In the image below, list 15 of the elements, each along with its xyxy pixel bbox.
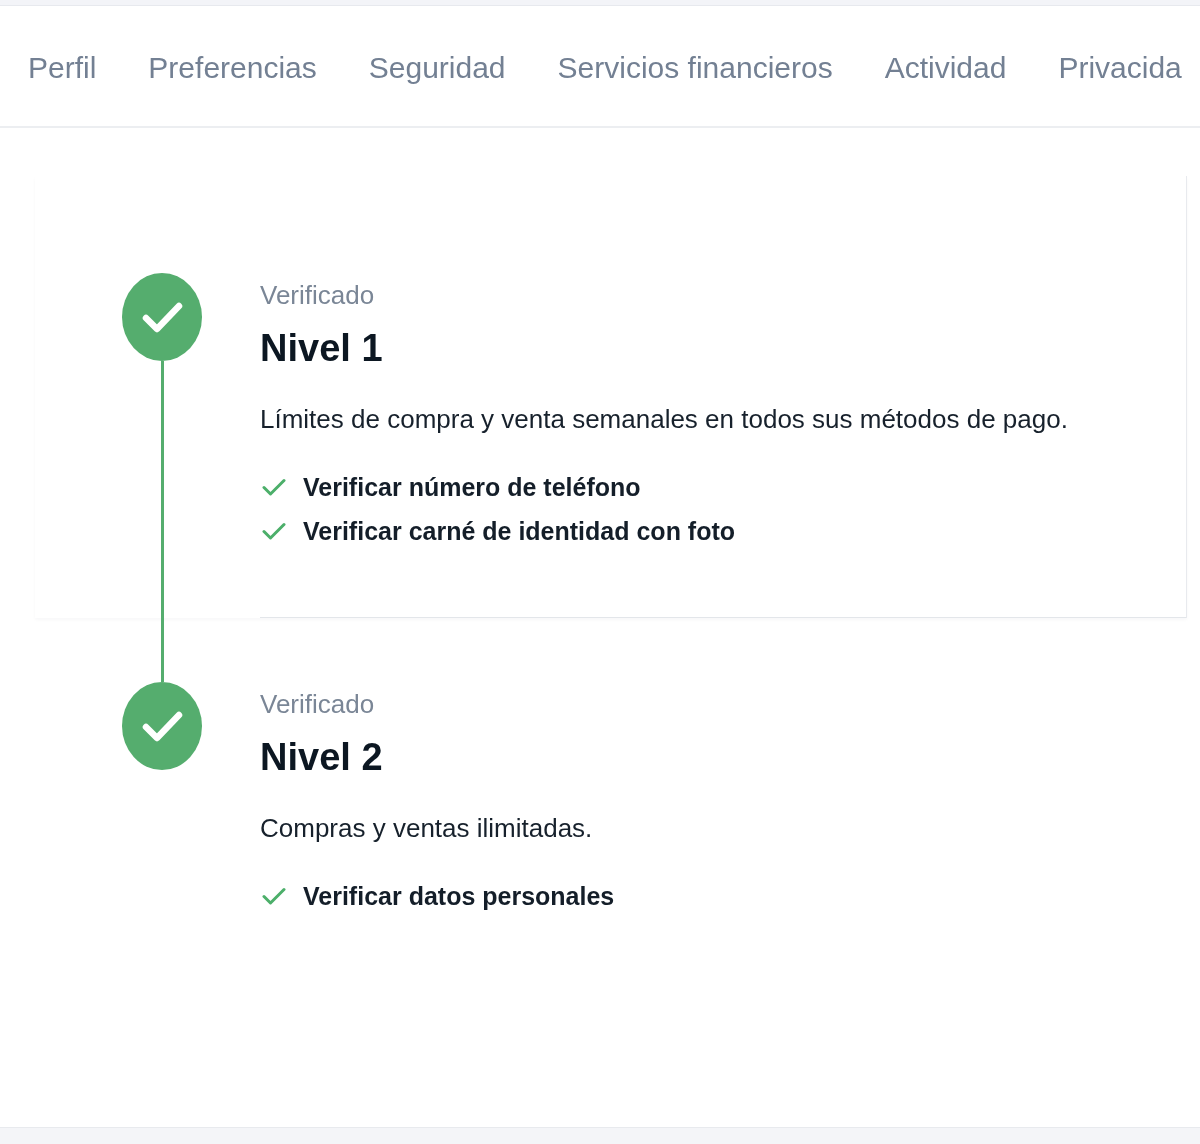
level-title: Nivel 1 — [260, 326, 384, 371]
tab[interactable]: Actividad — [884, 6, 1007, 126]
tab[interactable]: Preferencias — [148, 6, 317, 126]
status-label: Verificado — [260, 280, 376, 311]
level-description: Límites de compra y venta semanales en todos sus métodos de pago. — [260, 403, 1069, 436]
requirement-label: Verificar datos personales — [303, 881, 615, 912]
tab[interactable]: Perfil — [28, 6, 97, 126]
tab[interactable]: Servicios financieros — [557, 6, 833, 126]
level-title: Nivel 2 — [260, 735, 384, 780]
tab[interactable]: Seguridad — [368, 6, 506, 126]
level-description: Compras y ventas ilimitadas. — [260, 812, 594, 845]
tab[interactable]: Privacida — [1058, 6, 1182, 126]
status-label: Verificado — [260, 689, 376, 720]
requirement-label: Verificar carné de identidad con foto — [303, 516, 736, 547]
requirement-label: Verificar número de teléfono — [303, 472, 641, 503]
